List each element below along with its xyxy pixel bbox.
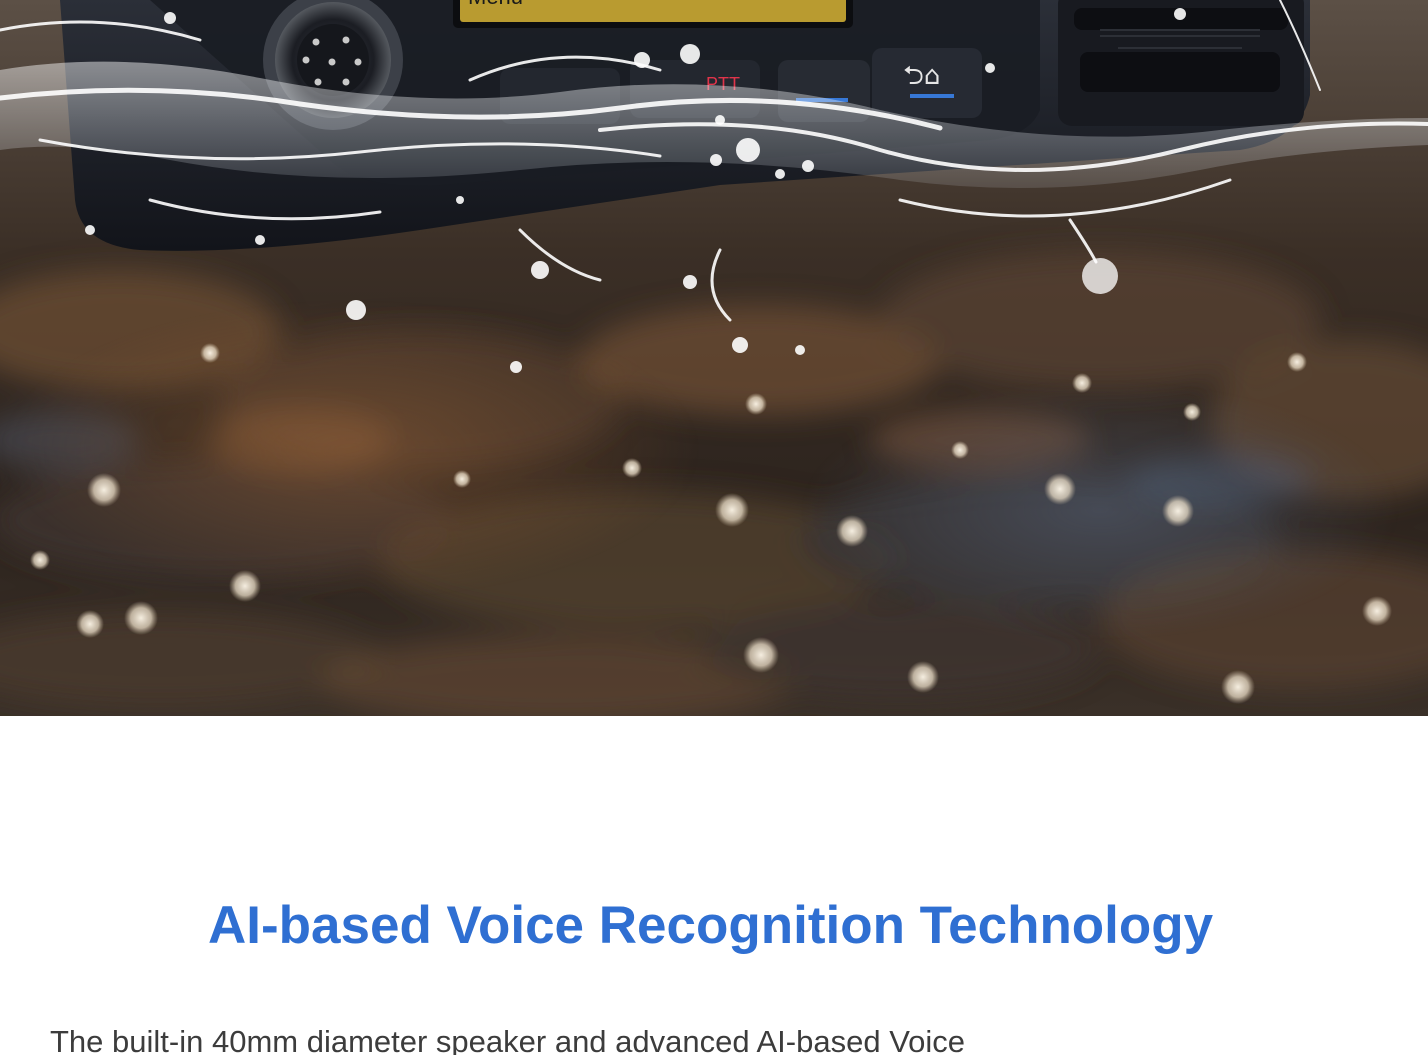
sound-wave-icon <box>70 884 182 970</box>
radio-display-text: Menu <box>468 0 523 9</box>
feature-title: AI-based Voice Recognition Technology <box>208 896 1214 955</box>
waterproof-radio-photo: Menu PTT <box>0 0 1428 716</box>
hero-image: Menu PTT <box>0 0 1428 716</box>
svg-text:⮌⌂: ⮌⌂ <box>903 61 940 91</box>
feature-heading: AI-based Voice Recognition Technology <box>68 880 1213 972</box>
product-feature-page: Menu PTT <box>0 0 1428 1055</box>
feature-description: The built-in 40mm diameter speaker and a… <box>50 1024 966 1055</box>
